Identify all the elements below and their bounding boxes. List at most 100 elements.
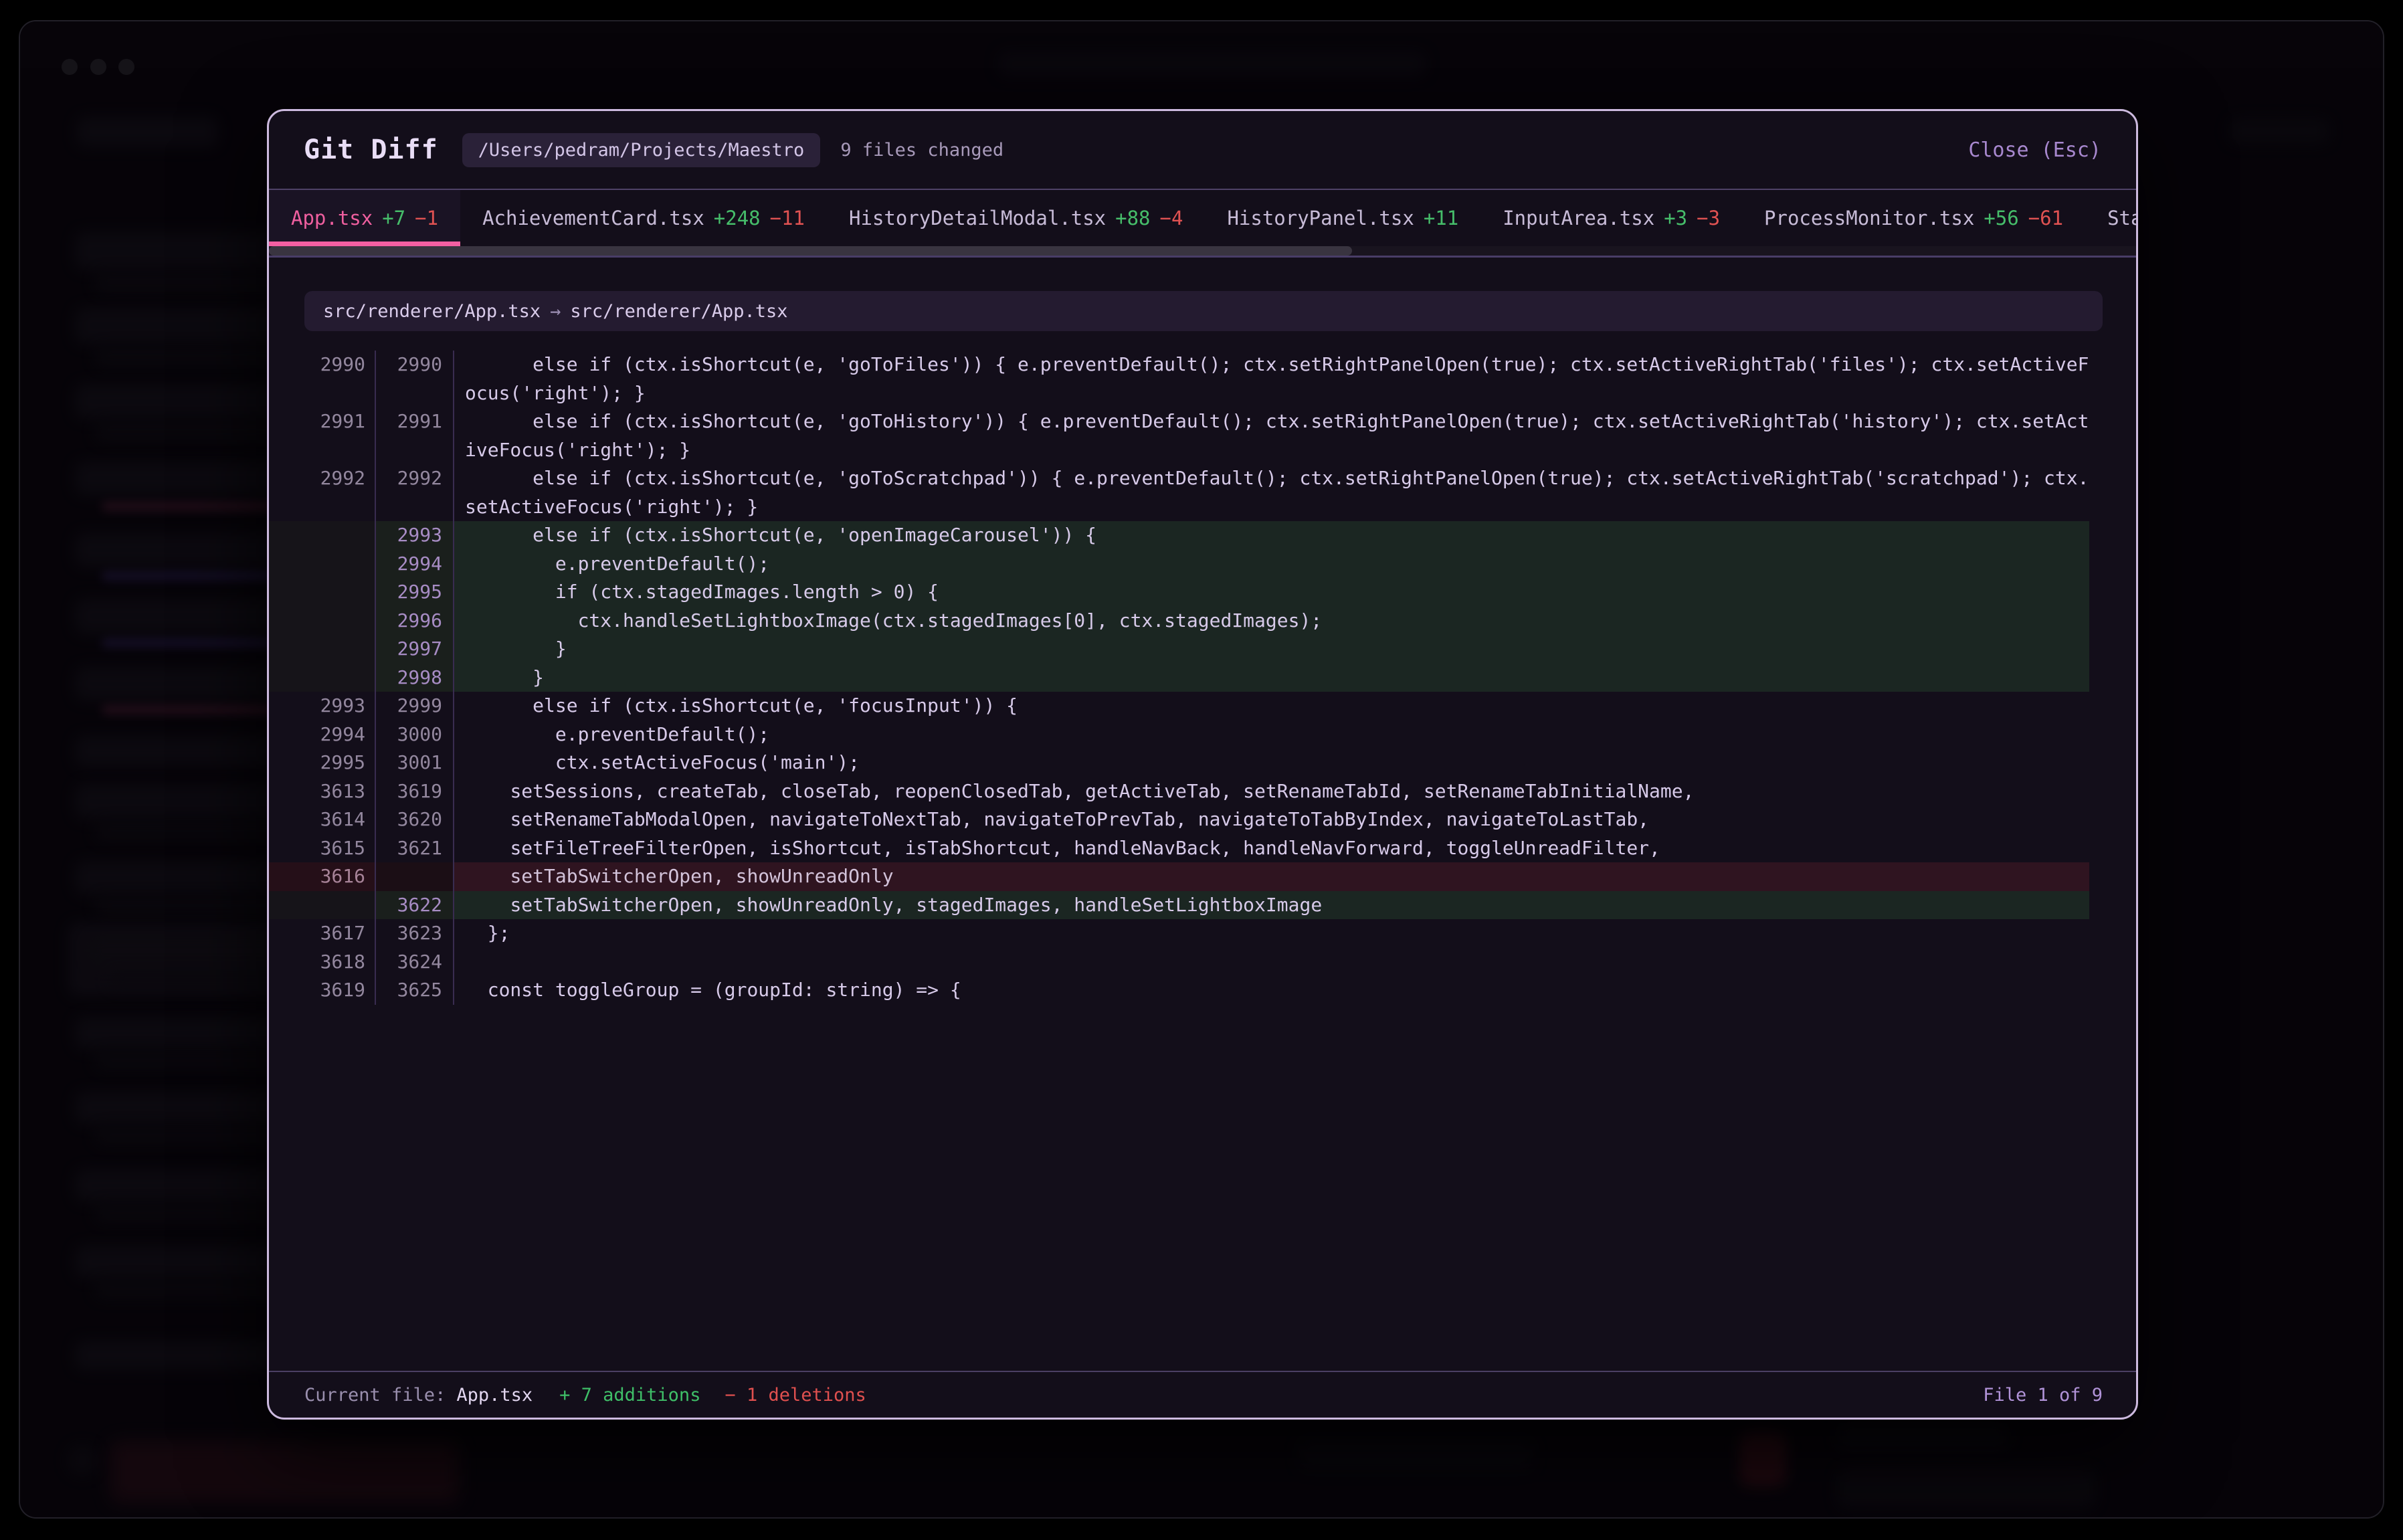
old-line-number: 3615 [269,834,376,863]
modal-title: Git Diff [304,134,438,165]
diff-row: 2994 e.preventDefault(); [269,550,2136,579]
diff-row: 2994 3000 e.preventDefault(); [269,720,2136,749]
file-tab-name: ProcessMonitor.tsx [1764,207,1974,229]
diff-code-line: }; [454,919,2089,948]
file-tab[interactable]: InputArea.tsx +3 −3 [1480,190,1742,246]
diff-code-line: setTabSwitcherOpen, showUnreadOnly, stag… [454,891,2089,920]
new-line-number: 3621 [376,834,454,863]
file-tab[interactable]: HistoryDetailModal.tsx +88 −4 [827,190,1205,246]
file-tab-additions: +7 [382,207,405,229]
diff-row: 2997 } [269,635,2136,664]
diff-code-line: ctx.setActiveFocus('main'); [454,749,2089,777]
file-tab-name: HistoryPanel.tsx [1227,207,1414,229]
old-line-number [269,664,376,692]
diff-row: 3618 3624 [269,948,2136,977]
file-tab[interactable]: AchievementCard.tsx +248 −11 [460,190,827,246]
diff-code-line: if (ctx.stagedImages.length > 0) { [454,578,2089,607]
file-tab-name: Stand [2107,207,2136,229]
file-tab-additions: +248 [714,207,761,229]
diff-row: 3619 3625 const toggleGroup = (groupId: … [269,976,2136,1005]
old-line-number [269,891,376,920]
old-line-number [269,578,376,607]
diff-code-line: setFileTreeFilterOpen, isShortcut, isTab… [454,834,2089,863]
new-line-number: 3625 [376,976,454,1005]
file-tab-additions: +88 [1115,207,1150,229]
diff-row: 2995 if (ctx.stagedImages.length > 0) { [269,578,2136,607]
new-line-number: 3001 [376,749,454,777]
file-tabs: App.tsx +7 −1 AchievementCard.tsx +248 −… [269,190,2136,246]
old-line-number: 2991 [269,407,376,464]
old-line-number: 2990 [269,351,376,407]
file-tab-deletions: −1 [415,207,438,229]
file-tab-deletions: −61 [2028,207,2063,229]
diff-row: 2993 2999 else if (ctx.isShortcut(e, 'fo… [269,692,2136,720]
files-changed-count: 9 files changed [840,140,1003,161]
diff-code-line: else if (ctx.isShortcut(e, 'goToHistory'… [454,407,2089,464]
git-diff-modal: Git Diff /Users/pedram/Projects/Maestro … [267,109,2138,1420]
diff-code-line: else if (ctx.isShortcut(e, 'goToFiles'))… [454,351,2089,407]
old-line-number: 3613 [269,777,376,806]
screen: Git Diff /Users/pedram/Projects/Maestro … [0,0,2403,1540]
tabs-scrollbar[interactable] [269,246,2136,256]
modal-header: Git Diff /Users/pedram/Projects/Maestro … [269,111,2136,190]
diff-row: 2993 else if (ctx.isShortcut(e, 'openIma… [269,521,2136,550]
diff-code-line: } [454,664,2089,692]
file-tab-deletions: −3 [1697,207,1720,229]
new-line-number: 3622 [376,891,454,920]
repo-path-badge: /Users/pedram/Projects/Maestro [462,133,821,167]
file-tab-additions: +3 [1664,207,1687,229]
old-line-number: 3618 [269,948,376,977]
diff-code-line: setTabSwitcherOpen, showUnreadOnly [454,862,2089,891]
close-button[interactable]: Close (Esc) [1968,138,2101,162]
old-line-number: 2994 [269,720,376,749]
file-tab[interactable]: Stand [2085,190,2136,246]
diff-row: 2998 } [269,664,2136,692]
new-line-number: 3624 [376,948,454,977]
diff-table: 2990 2990 else if (ctx.isShortcut(e, 'go… [269,351,2136,1005]
current-file-name: App.tsx [456,1385,533,1406]
file-tab-name: HistoryDetailModal.tsx [849,207,1106,229]
diff-code-line: setSessions, createTab, closeTab, reopen… [454,777,2089,806]
arrow-right-icon: → [550,301,561,322]
old-line-number: 3619 [269,976,376,1005]
tabs-scrollbar-thumb[interactable] [269,246,1352,256]
new-line-number: 2997 [376,635,454,664]
old-line-number [269,607,376,636]
diff-code-line: e.preventDefault(); [454,550,2089,579]
deletions-count: − 1 deletions [725,1385,866,1406]
diff-code-line: e.preventDefault(); [454,720,2089,749]
diff-code-line: ctx.handleSetLightboxImage(ctx.stagedIma… [454,607,2089,636]
diff-body: src/renderer/App.tsx → src/renderer/App.… [269,258,2136,1371]
file-tab[interactable]: App.tsx +7 −1 [269,190,460,246]
file-tab[interactable]: ProcessMonitor.tsx +56 −61 [1742,190,2085,246]
file-tab-additions: +56 [1984,207,2018,229]
old-line-number: 2992 [269,464,376,521]
file-path-old: src/renderer/App.tsx [323,301,541,322]
new-line-number [376,862,454,891]
old-line-number: 2993 [269,692,376,720]
diff-code-line: } [454,635,2089,664]
old-line-number [269,521,376,550]
file-tab-deletions: −11 [770,207,805,229]
new-line-number: 2995 [376,578,454,607]
file-tab-additions: +11 [1424,207,1458,229]
new-line-number: 2999 [376,692,454,720]
new-line-number: 3619 [376,777,454,806]
file-tab-deletions: −4 [1160,207,1183,229]
file-tab-name: InputArea.tsx [1503,207,1654,229]
new-line-number: 3000 [376,720,454,749]
diff-row: 3616 setTabSwitcherOpen, showUnreadOnly [269,862,2136,891]
old-line-number: 2995 [269,749,376,777]
old-line-number: 3614 [269,805,376,834]
file-rename-header: src/renderer/App.tsx → src/renderer/App.… [304,291,2103,331]
diff-code-line: else if (ctx.isShortcut(e, 'focusInput')… [454,692,2089,720]
file-tabstrip: App.tsx +7 −1 AchievementCard.tsx +248 −… [269,190,2136,258]
diff-code-line: else if (ctx.isShortcut(e, 'goToScratchp… [454,464,2089,521]
additions-count: + 7 additions [559,1385,700,1406]
new-line-number: 2992 [376,464,454,521]
diff-code-line: const toggleGroup = (groupId: string) =>… [454,976,2089,1005]
diff-row: 3617 3623 }; [269,919,2136,948]
file-tab[interactable]: HistoryPanel.tsx +11 [1205,190,1480,246]
new-line-number: 2998 [376,664,454,692]
diff-row: 3615 3621 setFileTreeFilterOpen, isShort… [269,834,2136,863]
